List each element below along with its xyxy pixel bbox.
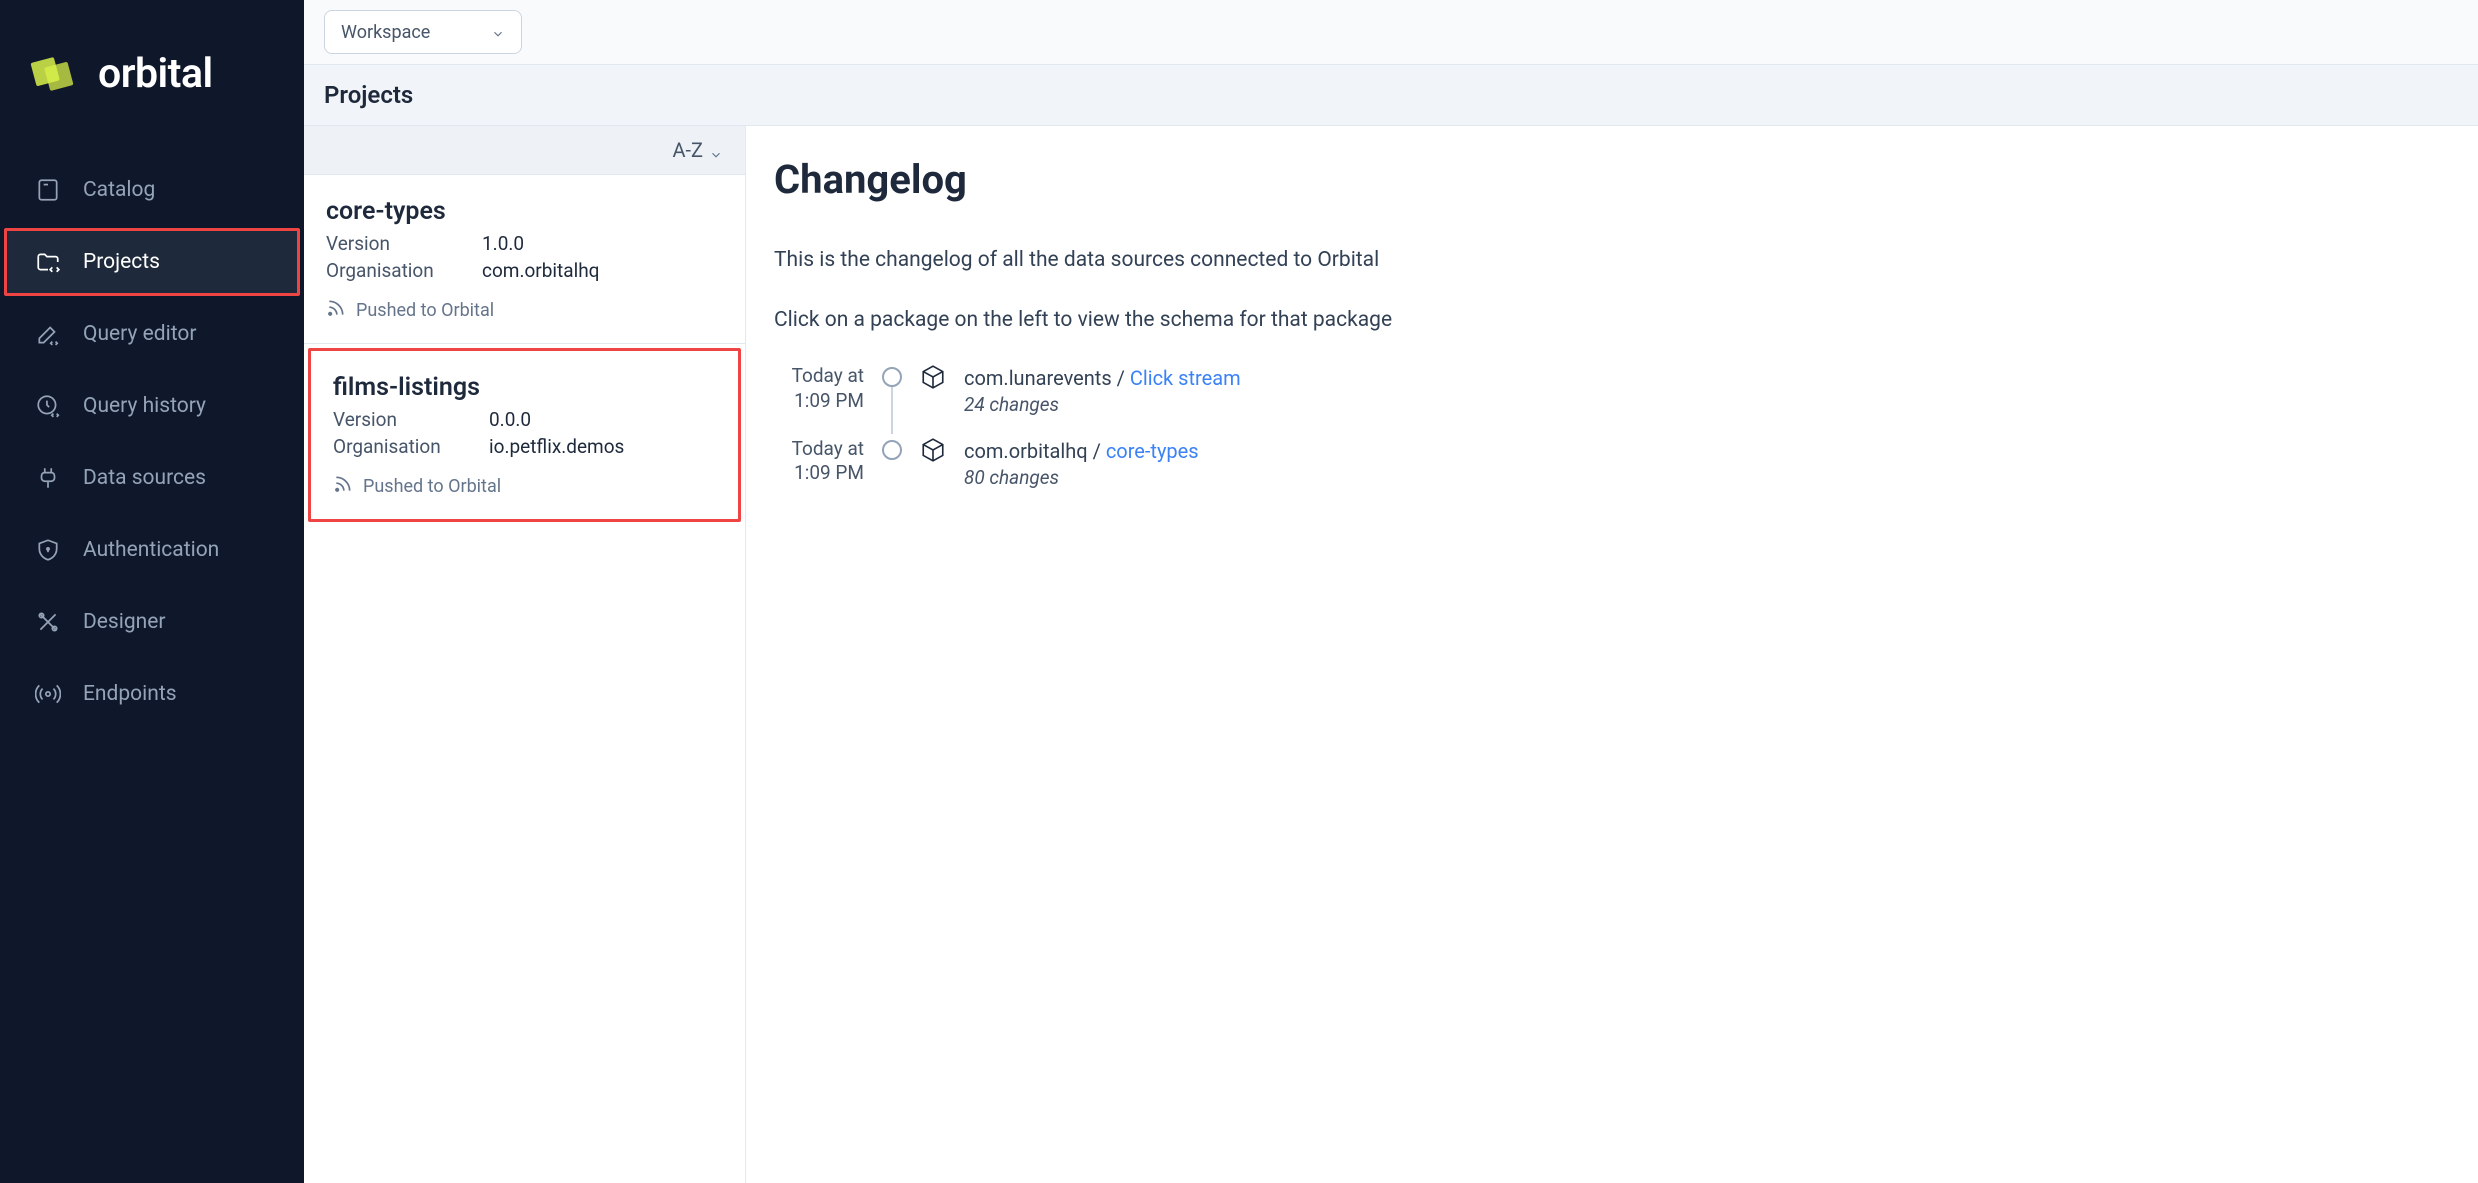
sidebar-item-label: Query history: [83, 394, 206, 418]
changelog-hint: Click on a package on the left to view t…: [774, 305, 2450, 337]
plug-icon: [35, 465, 61, 491]
timeline-entry: Today at 1:09 PM com.orbitalhq / core-ty…: [774, 437, 2450, 492]
sidebar-item-label: Catalog: [83, 178, 155, 202]
package-icon: [920, 364, 946, 390]
project-card-core-types[interactable]: core-types Version 1.0.0 Organisation co…: [304, 175, 745, 344]
project-name: films-listings: [333, 373, 716, 402]
project-status: Pushed to Orbital: [326, 298, 723, 323]
changelog-title: Changelog: [774, 156, 2450, 203]
version-label: Version: [333, 408, 489, 431]
timeline-connector: [891, 384, 893, 434]
broadcast-icon: [35, 681, 61, 707]
package-icon: [920, 437, 946, 463]
timeline-marker: [882, 367, 902, 387]
timeline-marker: [882, 440, 902, 460]
pencil-code-icon: [35, 321, 61, 347]
sidebar-item-data-sources[interactable]: Data sources: [4, 444, 300, 512]
page-title: Projects: [324, 81, 2458, 109]
entry-changes: 80 changes: [964, 465, 1199, 492]
main: Workspace Projects A-Z core-types Versio…: [304, 0, 2478, 1183]
timeline-entry: Today at 1:09 PM com.lunarevents / Click…: [774, 364, 2450, 419]
project-list-panel: A-Z core-types Version 1.0.0 Organisatio…: [304, 126, 746, 1183]
timeline: Today at 1:09 PM com.lunarevents / Click…: [774, 364, 2450, 491]
sidebar-item-label: Designer: [83, 610, 166, 634]
sort-label: A-Z: [672, 138, 703, 162]
sort-dropdown[interactable]: A-Z: [304, 126, 745, 175]
org-value: com.orbitalhq: [482, 259, 599, 282]
clock-code-icon: [35, 393, 61, 419]
chevron-down-icon: [491, 25, 505, 39]
status-text: Pushed to Orbital: [363, 476, 501, 497]
time-line2: 1:09 PM: [774, 461, 864, 486]
rss-icon: [326, 298, 346, 323]
logo-icon: [24, 46, 80, 102]
sidebar-item-catalog[interactable]: Catalog: [4, 156, 300, 224]
project-status: Pushed to Orbital: [333, 474, 716, 499]
sidebar: orbital Catalog Projects Query editor Q: [0, 0, 304, 1183]
time-line1: Today at: [774, 437, 864, 462]
entry-changes: 24 changes: [964, 392, 1241, 419]
folder-code-icon: [35, 249, 61, 275]
project-card-films-listings[interactable]: films-listings Version 0.0.0 Organisatio…: [308, 348, 741, 522]
org-value: io.petflix.demos: [489, 435, 624, 458]
rss-icon: [333, 474, 353, 499]
org-label: Organisation: [333, 435, 489, 458]
entry-link[interactable]: core-types: [1106, 439, 1199, 463]
status-text: Pushed to Orbital: [356, 300, 494, 321]
time-line1: Today at: [774, 364, 864, 389]
sidebar-item-authentication[interactable]: Authentication: [4, 516, 300, 584]
sidebar-item-projects[interactable]: Projects: [4, 228, 300, 296]
content: A-Z core-types Version 1.0.0 Organisatio…: [304, 126, 2478, 1183]
version-value: 0.0.0: [489, 408, 531, 431]
sidebar-item-designer[interactable]: Designer: [4, 588, 300, 656]
app-name: orbital: [98, 50, 213, 98]
sidebar-item-label: Query editor: [83, 322, 196, 346]
page-header: Projects: [304, 65, 2478, 126]
logo: orbital: [0, 0, 304, 146]
changelog-panel: Changelog This is the changelog of all t…: [746, 126, 2478, 1183]
project-name: core-types: [326, 197, 723, 226]
entry-link[interactable]: Click stream: [1130, 366, 1241, 390]
sidebar-nav: Catalog Projects Query editor Query hist…: [0, 146, 304, 730]
version-label: Version: [326, 232, 482, 255]
sidebar-item-label: Data sources: [83, 466, 206, 490]
workspace-label: Workspace: [341, 22, 430, 43]
shield-icon: [35, 537, 61, 563]
time-line2: 1:09 PM: [774, 389, 864, 414]
sidebar-item-query-editor[interactable]: Query editor: [4, 300, 300, 368]
entry-org: com.orbitalhq /: [964, 439, 1106, 463]
timeline-body: com.lunarevents / Click stream 24 change…: [964, 364, 1241, 419]
sidebar-item-label: Projects: [83, 250, 160, 274]
tools-icon: [35, 609, 61, 635]
top-bar: Workspace: [304, 0, 2478, 65]
book-icon: [35, 177, 61, 203]
sidebar-item-query-history[interactable]: Query history: [4, 372, 300, 440]
timeline-time: Today at 1:09 PM: [774, 437, 864, 486]
timeline-time: Today at 1:09 PM: [774, 364, 864, 413]
org-label: Organisation: [326, 259, 482, 282]
workspace-select[interactable]: Workspace: [324, 10, 522, 54]
sidebar-item-label: Authentication: [83, 538, 219, 562]
version-value: 1.0.0: [482, 232, 524, 255]
entry-org: com.lunarevents /: [964, 366, 1130, 390]
chevron-down-icon: [709, 143, 723, 157]
changelog-intro: This is the changelog of all the data so…: [774, 245, 2450, 277]
sidebar-item-label: Endpoints: [83, 682, 177, 706]
timeline-body: com.orbitalhq / core-types 80 changes: [964, 437, 1199, 492]
sidebar-item-endpoints[interactable]: Endpoints: [4, 660, 300, 728]
